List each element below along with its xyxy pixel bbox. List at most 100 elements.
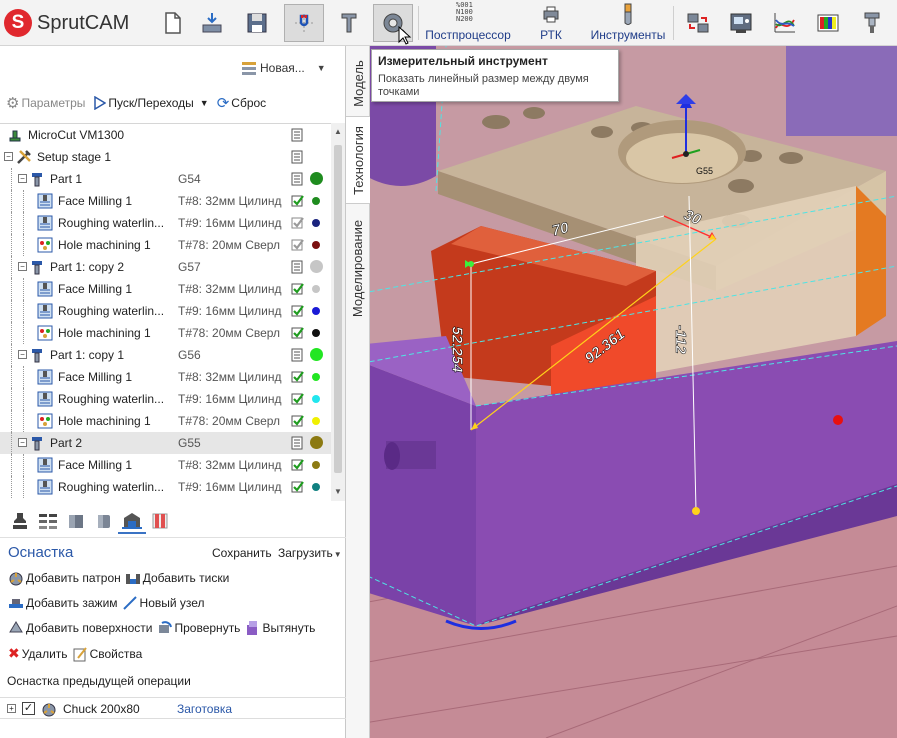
color-swatch[interactable] <box>312 373 320 381</box>
tree-row[interactable]: Roughing waterlin... T#9: 16мм Цилинд <box>0 300 331 322</box>
tab-stock[interactable] <box>62 508 90 534</box>
color-swatch[interactable] <box>312 219 320 227</box>
run-button[interactable]: Пуск/Переходы ▼ <box>93 96 209 110</box>
properties-button[interactable]: Свойства <box>72 646 142 662</box>
color-swatch[interactable] <box>310 172 323 185</box>
chuck-link[interactable]: Заготовка <box>177 702 232 716</box>
tool-label: T#8: 32мм Цилинд <box>178 194 282 208</box>
color-swatch[interactable] <box>312 307 320 315</box>
tree-row-label: Roughing waterlin... <box>58 392 165 406</box>
color-swatch[interactable] <box>310 260 323 273</box>
vise-icon <box>125 574 140 584</box>
graph-button[interactable] <box>765 4 805 42</box>
dim-label-112: -112 <box>671 325 690 354</box>
color-swatch[interactable] <box>312 461 320 469</box>
tree-row[interactable]: Hole machining 1 T#78: 20мм Сверл <box>0 234 331 256</box>
tab-tool-holder[interactable] <box>6 508 34 534</box>
add-clamp-button[interactable]: Добавить зажим <box>8 595 118 611</box>
scroll-down-icon[interactable]: ▼ <box>334 487 342 496</box>
tree-row[interactable]: Hole machining 1 T#78: 20мм Сверл <box>0 322 331 344</box>
stock-block-icon <box>69 515 83 528</box>
color-swatch[interactable] <box>312 197 320 205</box>
tree-row[interactable]: − Part 1: copy 1 G56 <box>0 344 331 366</box>
tab-model[interactable]: Модель <box>346 50 370 116</box>
tree-row-label: Hole machining 1 <box>58 326 151 340</box>
add-surfaces-button[interactable]: Добавить поверхности <box>8 620 153 636</box>
snap-tool-button[interactable] <box>284 4 324 42</box>
mode-dropdown[interactable]: Новая... ▼ <box>240 59 326 77</box>
save-button[interactable] <box>237 4 277 42</box>
transfer-button[interactable] <box>678 4 718 42</box>
tree-row[interactable]: − Part 2 G55 <box>0 432 331 454</box>
reset-button[interactable]: ⟳ Сброс <box>217 94 266 112</box>
add-vise-button[interactable]: Добавить тиски <box>125 570 229 586</box>
tree-row[interactable]: − Setup stage 1 <box>0 146 331 168</box>
expand-icon[interactable]: + <box>7 704 16 713</box>
collapse-icon[interactable]: − <box>4 152 13 161</box>
tree-row[interactable]: − Part 1 G54 <box>0 168 331 190</box>
tab-technology[interactable]: Технология <box>346 116 370 204</box>
color-swatch[interactable] <box>312 241 320 249</box>
transfer-arrows-icon <box>687 13 709 33</box>
tree-row[interactable]: Face Milling 1 T#8: 32мм Цилинд <box>0 454 331 476</box>
open-file-button[interactable] <box>192 4 232 42</box>
tree-row[interactable]: Face Milling 1 T#8: 32мм Цилинд <box>0 190 331 212</box>
scene-svg <box>346 46 897 738</box>
chuck-row[interactable]: + ✓ Chuck 200x80 Заготовка <box>0 697 346 719</box>
collapse-icon[interactable]: − <box>18 174 27 183</box>
collapse-icon[interactable]: − <box>18 438 27 447</box>
3d-viewport[interactable]: 70 30 52.254 92.361 -112 G55 <box>346 46 897 738</box>
delete-button[interactable]: ✖ Удалить <box>8 645 68 662</box>
mode-label: Новая... <box>260 61 305 75</box>
machine-control-button[interactable] <box>721 4 761 42</box>
color-swatch[interactable] <box>312 417 320 425</box>
tab-part[interactable] <box>90 508 118 534</box>
scroll-up-icon[interactable]: ▲ <box>334 127 342 136</box>
chevron-down-icon: ▼ <box>199 98 209 108</box>
tab-lists[interactable] <box>34 508 62 534</box>
caliper-button[interactable] <box>329 4 369 42</box>
tree-row[interactable]: Face Milling 1 T#8: 32мм Цилинд <box>0 366 331 388</box>
tree-row-label: Hole machining 1 <box>58 238 151 252</box>
color-bars-icon <box>817 14 839 32</box>
tree-scrollbar[interactable]: ▲ ▼ <box>331 123 345 501</box>
fixture-load-button[interactable]: Загрузить▼ <box>278 546 342 560</box>
tree-row-label: Face Milling 1 <box>58 194 133 208</box>
collapse-icon[interactable]: − <box>18 262 27 271</box>
params-button[interactable]: ⚙ Параметры <box>6 94 85 112</box>
tree-row[interactable]: Roughing waterlin... T#9: 16мм Цилинд <box>0 388 331 410</box>
tool-label: T#9: 16мм Цилинд <box>178 392 282 406</box>
tree-row[interactable]: Roughing waterlin... T#9: 16мм Цилинд <box>0 212 331 234</box>
tree-row[interactable]: Face Milling 1 T#8: 32мм Цилинд <box>0 278 331 300</box>
tab-modeling[interactable]: Моделирование <box>346 206 370 330</box>
color-swatch[interactable] <box>312 483 320 491</box>
extrude-button[interactable]: Вытянуть <box>244 620 315 636</box>
tab-grid-fixture[interactable] <box>146 508 174 534</box>
new-node-button[interactable]: Новый узел <box>122 595 205 611</box>
tree-row[interactable]: − Part 1: copy 2 G57 <box>0 256 331 278</box>
tree-row[interactable]: Roughing waterlin... T#9: 16мм Цилинд <box>0 476 331 498</box>
scrollbar-thumb[interactable] <box>334 145 342 473</box>
color-palette-button[interactable] <box>808 4 848 42</box>
rtk-button[interactable]: РТК <box>533 2 569 44</box>
tools-button[interactable]: Инструменты <box>585 2 671 44</box>
tree-row[interactable]: Hole machining 1 T#78: 20мм Сверл <box>0 410 331 432</box>
fixture-save-button[interactable]: Сохранить <box>212 546 272 560</box>
color-swatch[interactable] <box>312 329 320 337</box>
collapse-icon[interactable]: − <box>18 350 27 359</box>
color-swatch[interactable] <box>312 285 320 293</box>
postprocessor-button[interactable]: %001 N100 N200 Постпроцессор <box>420 2 516 44</box>
postprocessor-glyph: %001 N100 N200 <box>456 1 473 23</box>
magnet-snap-icon <box>295 14 313 32</box>
new-file-button[interactable] <box>152 4 192 42</box>
color-swatch[interactable] <box>310 348 323 361</box>
color-swatch[interactable] <box>312 395 320 403</box>
color-swatch[interactable] <box>310 436 323 449</box>
tree-row-label: Setup stage 1 <box>37 150 112 164</box>
chuck-checkbox[interactable]: ✓ <box>22 702 35 715</box>
add-chuck-button[interactable]: Добавить патрон <box>8 570 121 586</box>
tab-fixture[interactable] <box>118 508 146 534</box>
tree-row[interactable]: MicroCut VM1300 <box>0 124 331 146</box>
spindle-button[interactable] <box>852 4 892 42</box>
rotate-button[interactable]: Провернуть <box>157 620 240 636</box>
